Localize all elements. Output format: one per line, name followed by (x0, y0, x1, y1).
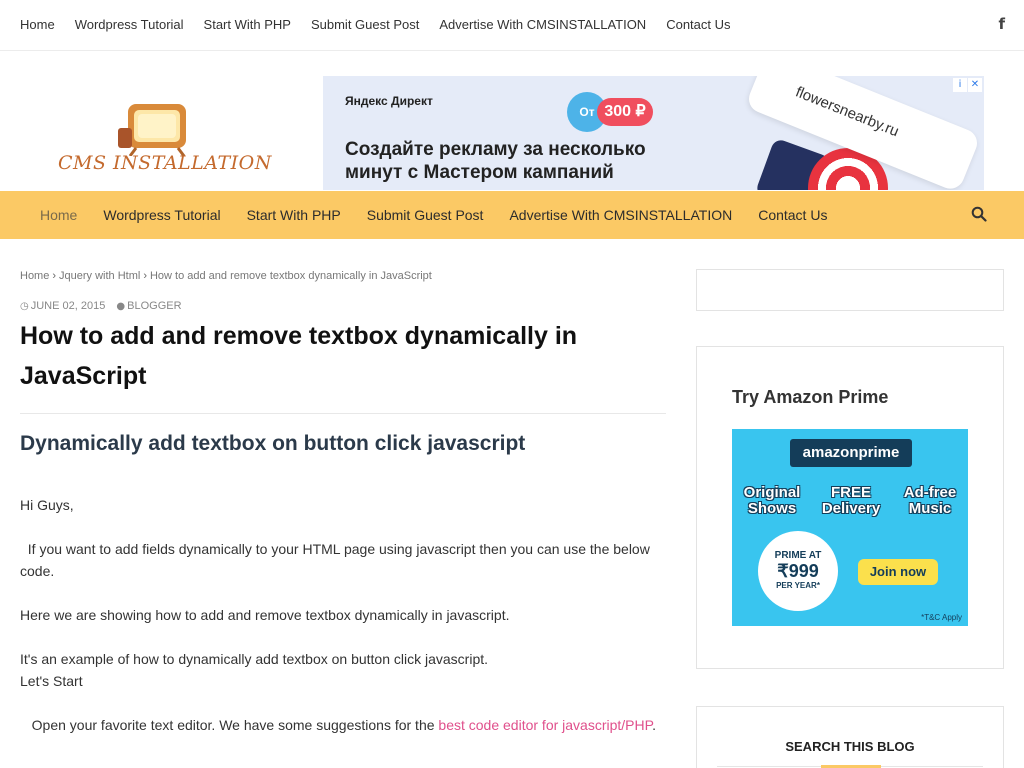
ad-brand: Яндекс Директ (345, 94, 433, 108)
paragraph-editor-end: . (652, 717, 657, 733)
main-navigation: Home Wordpress Tutorial Start With PHP S… (0, 191, 1024, 239)
title-divider (20, 413, 666, 414)
top-nav-wordpress-tutorial[interactable]: Wordpress Tutorial (75, 17, 184, 32)
ad-info-icon[interactable]: i (953, 78, 967, 92)
ad-price-value: 300 ₽ (597, 98, 653, 126)
prime-feature: Original Shows (743, 484, 801, 517)
top-navigation: Home Wordpress Tutorial Start With PHP S… (0, 0, 1024, 51)
chevron-right-icon: › (52, 270, 57, 282)
main-nav-wordpress-tutorial[interactable]: Wordpress Tutorial (103, 207, 220, 223)
terms-note: *T&C Apply (921, 613, 962, 622)
logo-text: CMS INSTALLATION (58, 152, 272, 174)
top-nav-list: Home Wordpress Tutorial Start With PHP S… (20, 17, 751, 32)
paragraph-lets-start: Let's Start (20, 673, 83, 689)
site-logo[interactable]: CMS INSTALLATION (58, 100, 271, 178)
best-code-editor-link[interactable]: best code editor for javascript/PHP (438, 717, 652, 733)
clock-icon: ◷ (20, 301, 29, 312)
main-nav-home[interactable]: Home (40, 207, 77, 223)
badge-line3: PER YEAR* (776, 581, 820, 590)
post-date: JUNE 02, 2015 (30, 300, 106, 312)
chevron-right-icon: › (143, 270, 147, 282)
amazon-prime-widget: Try Amazon Prime amazonprime Original Sh… (696, 346, 1004, 669)
ad-card-text: flowersnearby.ru (793, 83, 902, 141)
breadcrumb-category[interactable]: Jquery with Html (59, 270, 140, 282)
top-nav-advertise[interactable]: Advertise With CMSINSTALLATION (439, 17, 646, 32)
main-nav-advertise[interactable]: Advertise With CMSINSTALLATION (509, 207, 732, 223)
search-blog-widget: SEARCH THIS BLOG (696, 706, 1004, 768)
paragraph-editor: Open your favorite text editor. We have … (20, 714, 660, 736)
top-nav-home[interactable]: Home (20, 17, 55, 32)
search-icon[interactable] (971, 206, 987, 222)
breadcrumb: Home › Jquery with Html › How to add and rem… (20, 270, 432, 282)
post-author[interactable]: BLOGGER (127, 300, 181, 312)
section-heading: Dynamically add textbox on button click … (20, 432, 526, 455)
facebook-icon[interactable]: f (998, 15, 1005, 33)
top-nav-start-with-php[interactable]: Start With PHP (204, 17, 291, 32)
ad-headline: Создайте рекламу за несколько минут с Ма… (345, 139, 646, 183)
main-nav-submit-guest-post[interactable]: Submit Guest Post (367, 207, 484, 223)
ad-banner[interactable]: Яндекс Директ От 300 ₽ Создайте рекламу … (323, 76, 984, 190)
top-nav-contact-us[interactable]: Contact Us (666, 17, 730, 32)
user-icon: ● (116, 301, 126, 312)
prime-features: Original Shows FREE Delivery Ad-free Mus… (740, 485, 962, 517)
paragraph-example: It's an example of how to dynamically ad… (20, 651, 489, 667)
main-nav-list: Home Wordpress Tutorial Start With PHP S… (40, 207, 853, 223)
top-nav-submit-guest-post[interactable]: Submit Guest Post (311, 17, 419, 32)
paragraph-greeting: Hi Guys, (20, 497, 74, 513)
amazon-prime-ad[interactable]: amazonprime Original Shows FREE Delivery… (732, 429, 968, 626)
paragraph-overview: Here we are showing how to add and remov… (20, 607, 510, 623)
paragraph-editor-text: Open your favorite text editor. We have … (20, 717, 439, 733)
badge-price: ₹999 (777, 561, 819, 581)
join-now-button[interactable]: Join now (858, 559, 938, 585)
post-meta: ◷ JUNE 02, 2015 ● BLOGGER (20, 300, 190, 312)
post-title: How to add and remove textbox dynamicall… (20, 322, 578, 390)
widget-title: Try Amazon Prime (732, 387, 889, 407)
sidebar-empty-widget (696, 269, 1004, 311)
prime-feature: Ad-free Music (903, 484, 957, 517)
main-nav-contact-us[interactable]: Contact Us (758, 207, 827, 223)
badge-line1: PRIME AT (774, 550, 822, 561)
prime-feature: FREE Delivery (821, 484, 881, 517)
amazon-prime-logo: amazonprime (790, 439, 912, 467)
breadcrumb-home[interactable]: Home (20, 270, 49, 282)
breadcrumb-current: How to add and remove textbox dynamicall… (149, 270, 432, 282)
search-blog-title: SEARCH THIS BLOG (785, 739, 915, 754)
prime-price-badge: PRIME AT ₹999 PER YEAR* (760, 533, 836, 609)
ad-close-icon[interactable]: ✕ (968, 78, 982, 92)
ad-controls: i ✕ (952, 78, 982, 92)
main-nav-start-with-php[interactable]: Start With PHP (247, 207, 341, 223)
tv-logo-icon (118, 104, 186, 156)
paragraph-intro: If you want to add fields dynamically to… (20, 541, 654, 579)
